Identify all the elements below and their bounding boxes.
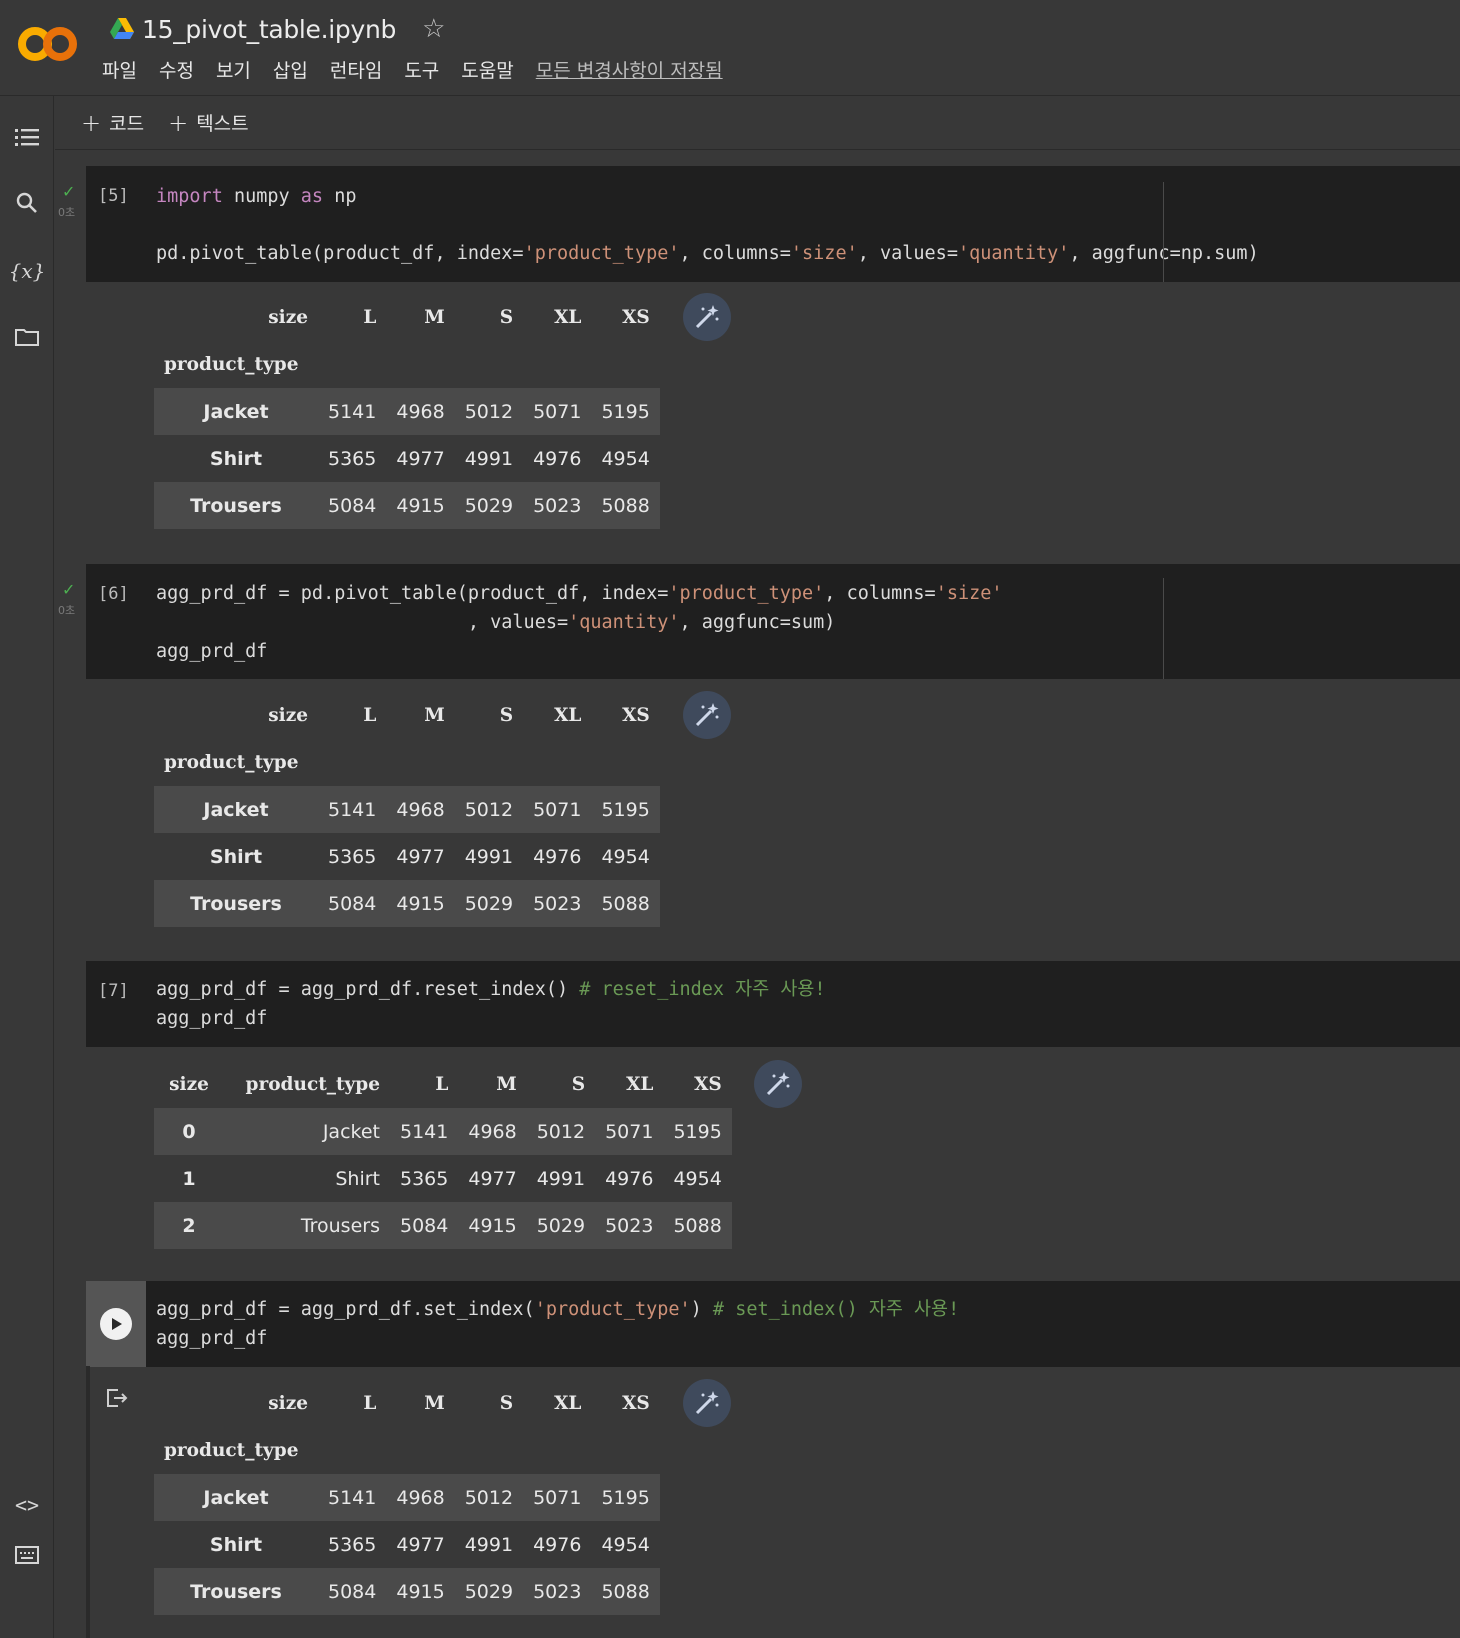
- title-row: 15_pivot_table.ipynb ☆: [110, 12, 445, 46]
- notebook-toolbar: + 코드 + 텍스트: [55, 96, 1460, 150]
- colab-logo[interactable]: [16, 24, 80, 64]
- magic-wand-icon[interactable]: [683, 293, 731, 341]
- success-check-icon: ✓: [62, 182, 76, 201]
- table-row: 0 Jacket 5141 4968 5012 5071 5195: [154, 1108, 732, 1155]
- menu-insert[interactable]: 삽입: [273, 56, 308, 83]
- notebook-title[interactable]: 15_pivot_table.ipynb: [142, 15, 396, 44]
- menu-help[interactable]: 도움말: [461, 56, 513, 83]
- menu-tools[interactable]: 도구: [404, 56, 439, 83]
- output-table-5: size L M S XL XS product_type Jacket 5141 4968 5…: [154, 294, 660, 529]
- menu-file[interactable]: 파일: [102, 56, 137, 83]
- plus-icon: +: [81, 108, 102, 137]
- code-line: agg_prd_df: [156, 641, 268, 662]
- table-row: Shirt 5365 4977 4991 4976 4954: [209, 845, 650, 868]
- menu-edit[interactable]: 수정: [159, 56, 194, 83]
- toc-icon[interactable]: [12, 122, 42, 152]
- search-icon[interactable]: [12, 188, 42, 218]
- ruler-line: [1163, 578, 1164, 679]
- exec-time: 0초: [58, 604, 76, 617]
- run-gutter: [86, 1281, 146, 1367]
- terminal-icon[interactable]: [12, 1540, 42, 1570]
- table-row: Shirt 5365 4977 4991 4976 4954: [209, 1533, 650, 1556]
- magic-wand-icon[interactable]: [683, 1379, 731, 1427]
- table-row: Jacket 5141 4968 5012 5071 5195: [154, 1474, 660, 1521]
- magic-wand-icon[interactable]: [683, 691, 731, 739]
- table-row: 1 Shirt 5365 4977 4991 4976 4954: [182, 1167, 722, 1190]
- code-cell-active[interactable]: agg_prd_df = agg_prd_df.set_index('produ…: [86, 1281, 1460, 1367]
- exec-count: [7]: [98, 981, 129, 1001]
- left-rail: {x} <>: [0, 96, 54, 1638]
- run-cell-button[interactable]: [100, 1308, 132, 1340]
- code-line: agg_prd_df: [156, 1008, 268, 1029]
- exec-count: [5]: [98, 186, 129, 206]
- code-snippets-icon[interactable]: <>: [12, 1490, 42, 1520]
- output-table-7: size product_type L M S XL XS 0 Jacket 514…: [154, 1061, 732, 1249]
- folder-icon[interactable]: [12, 322, 42, 352]
- save-status-link[interactable]: 모든 변경사항이 저장됨: [536, 56, 723, 83]
- menu-bar: 파일 수정 보기 삽입 런타임 도구 도움말 모든 변경사항이 저장됨: [102, 56, 745, 83]
- exec-count: [6]: [98, 584, 129, 604]
- output-table-active: size L M S XL XS product_type Jacket 5141 4968 5…: [154, 1380, 660, 1615]
- menu-view[interactable]: 보기: [216, 56, 251, 83]
- table-row: Trousers 5084 4915 5029 5023 5088: [154, 1568, 660, 1615]
- table-row: Trousers 5084 4915 5029 5023 5088: [154, 880, 660, 927]
- magic-wand-icon[interactable]: [754, 1060, 802, 1108]
- code-line: agg_prd_df = agg_prd_df.reset_index() # …: [156, 979, 826, 1000]
- code-cell-5[interactable]: [5] import numpy as np pd.pivot_table(pr…: [86, 166, 1460, 282]
- add-text-button[interactable]: + 텍스트: [168, 109, 249, 137]
- add-code-button[interactable]: + 코드: [81, 109, 144, 137]
- google-drive-icon: [110, 18, 134, 39]
- output-table-6: size L M S XL XS product_type Jacket 5141 4968 5…: [154, 692, 660, 927]
- star-icon[interactable]: ☆: [422, 16, 445, 42]
- table-row: Shirt 5365 4977 4991 4976 4954: [209, 447, 650, 470]
- code-cell-7[interactable]: [7] agg_prd_df = agg_prd_df.reset_index(…: [86, 961, 1460, 1047]
- active-cell-border: [86, 1366, 90, 1638]
- code-line: agg_prd_df: [156, 1328, 268, 1349]
- ruler-line: [1163, 182, 1164, 282]
- table-row: Jacket 5141 4968 5012 5071 5195: [154, 388, 660, 435]
- code-line: agg_prd_df = agg_prd_df.set_index('produ…: [156, 1299, 960, 1320]
- success-check-icon: ✓: [62, 580, 76, 599]
- menu-runtime[interactable]: 런타임: [330, 56, 382, 83]
- code-line: , values='quantity', aggfunc=sum): [156, 612, 836, 633]
- code-line: pd.pivot_table(product_df, index='produc…: [156, 243, 1259, 264]
- code-line: agg_prd_df = pd.pivot_table(product_df, …: [156, 583, 1003, 604]
- output-redirect-icon[interactable]: [106, 1388, 128, 1413]
- code-line: import numpy as np: [156, 186, 357, 207]
- code-cell-6[interactable]: [6] agg_prd_df = pd.pivot_table(product_…: [86, 564, 1460, 679]
- table-row: Jacket 5141 4968 5012 5071 5195: [154, 786, 660, 833]
- exec-time: 0초: [58, 206, 76, 219]
- table-row: Trousers 5084 4915 5029 5023 5088: [154, 482, 660, 529]
- table-row: 2 Trousers 5084 4915 5029 5023 5088: [154, 1202, 732, 1249]
- variables-icon[interactable]: {x}: [9, 256, 46, 286]
- plus-icon: +: [168, 108, 189, 137]
- app-header: 15_pivot_table.ipynb ☆ 파일 수정 보기 삽입 런타임 도…: [0, 0, 1460, 96]
